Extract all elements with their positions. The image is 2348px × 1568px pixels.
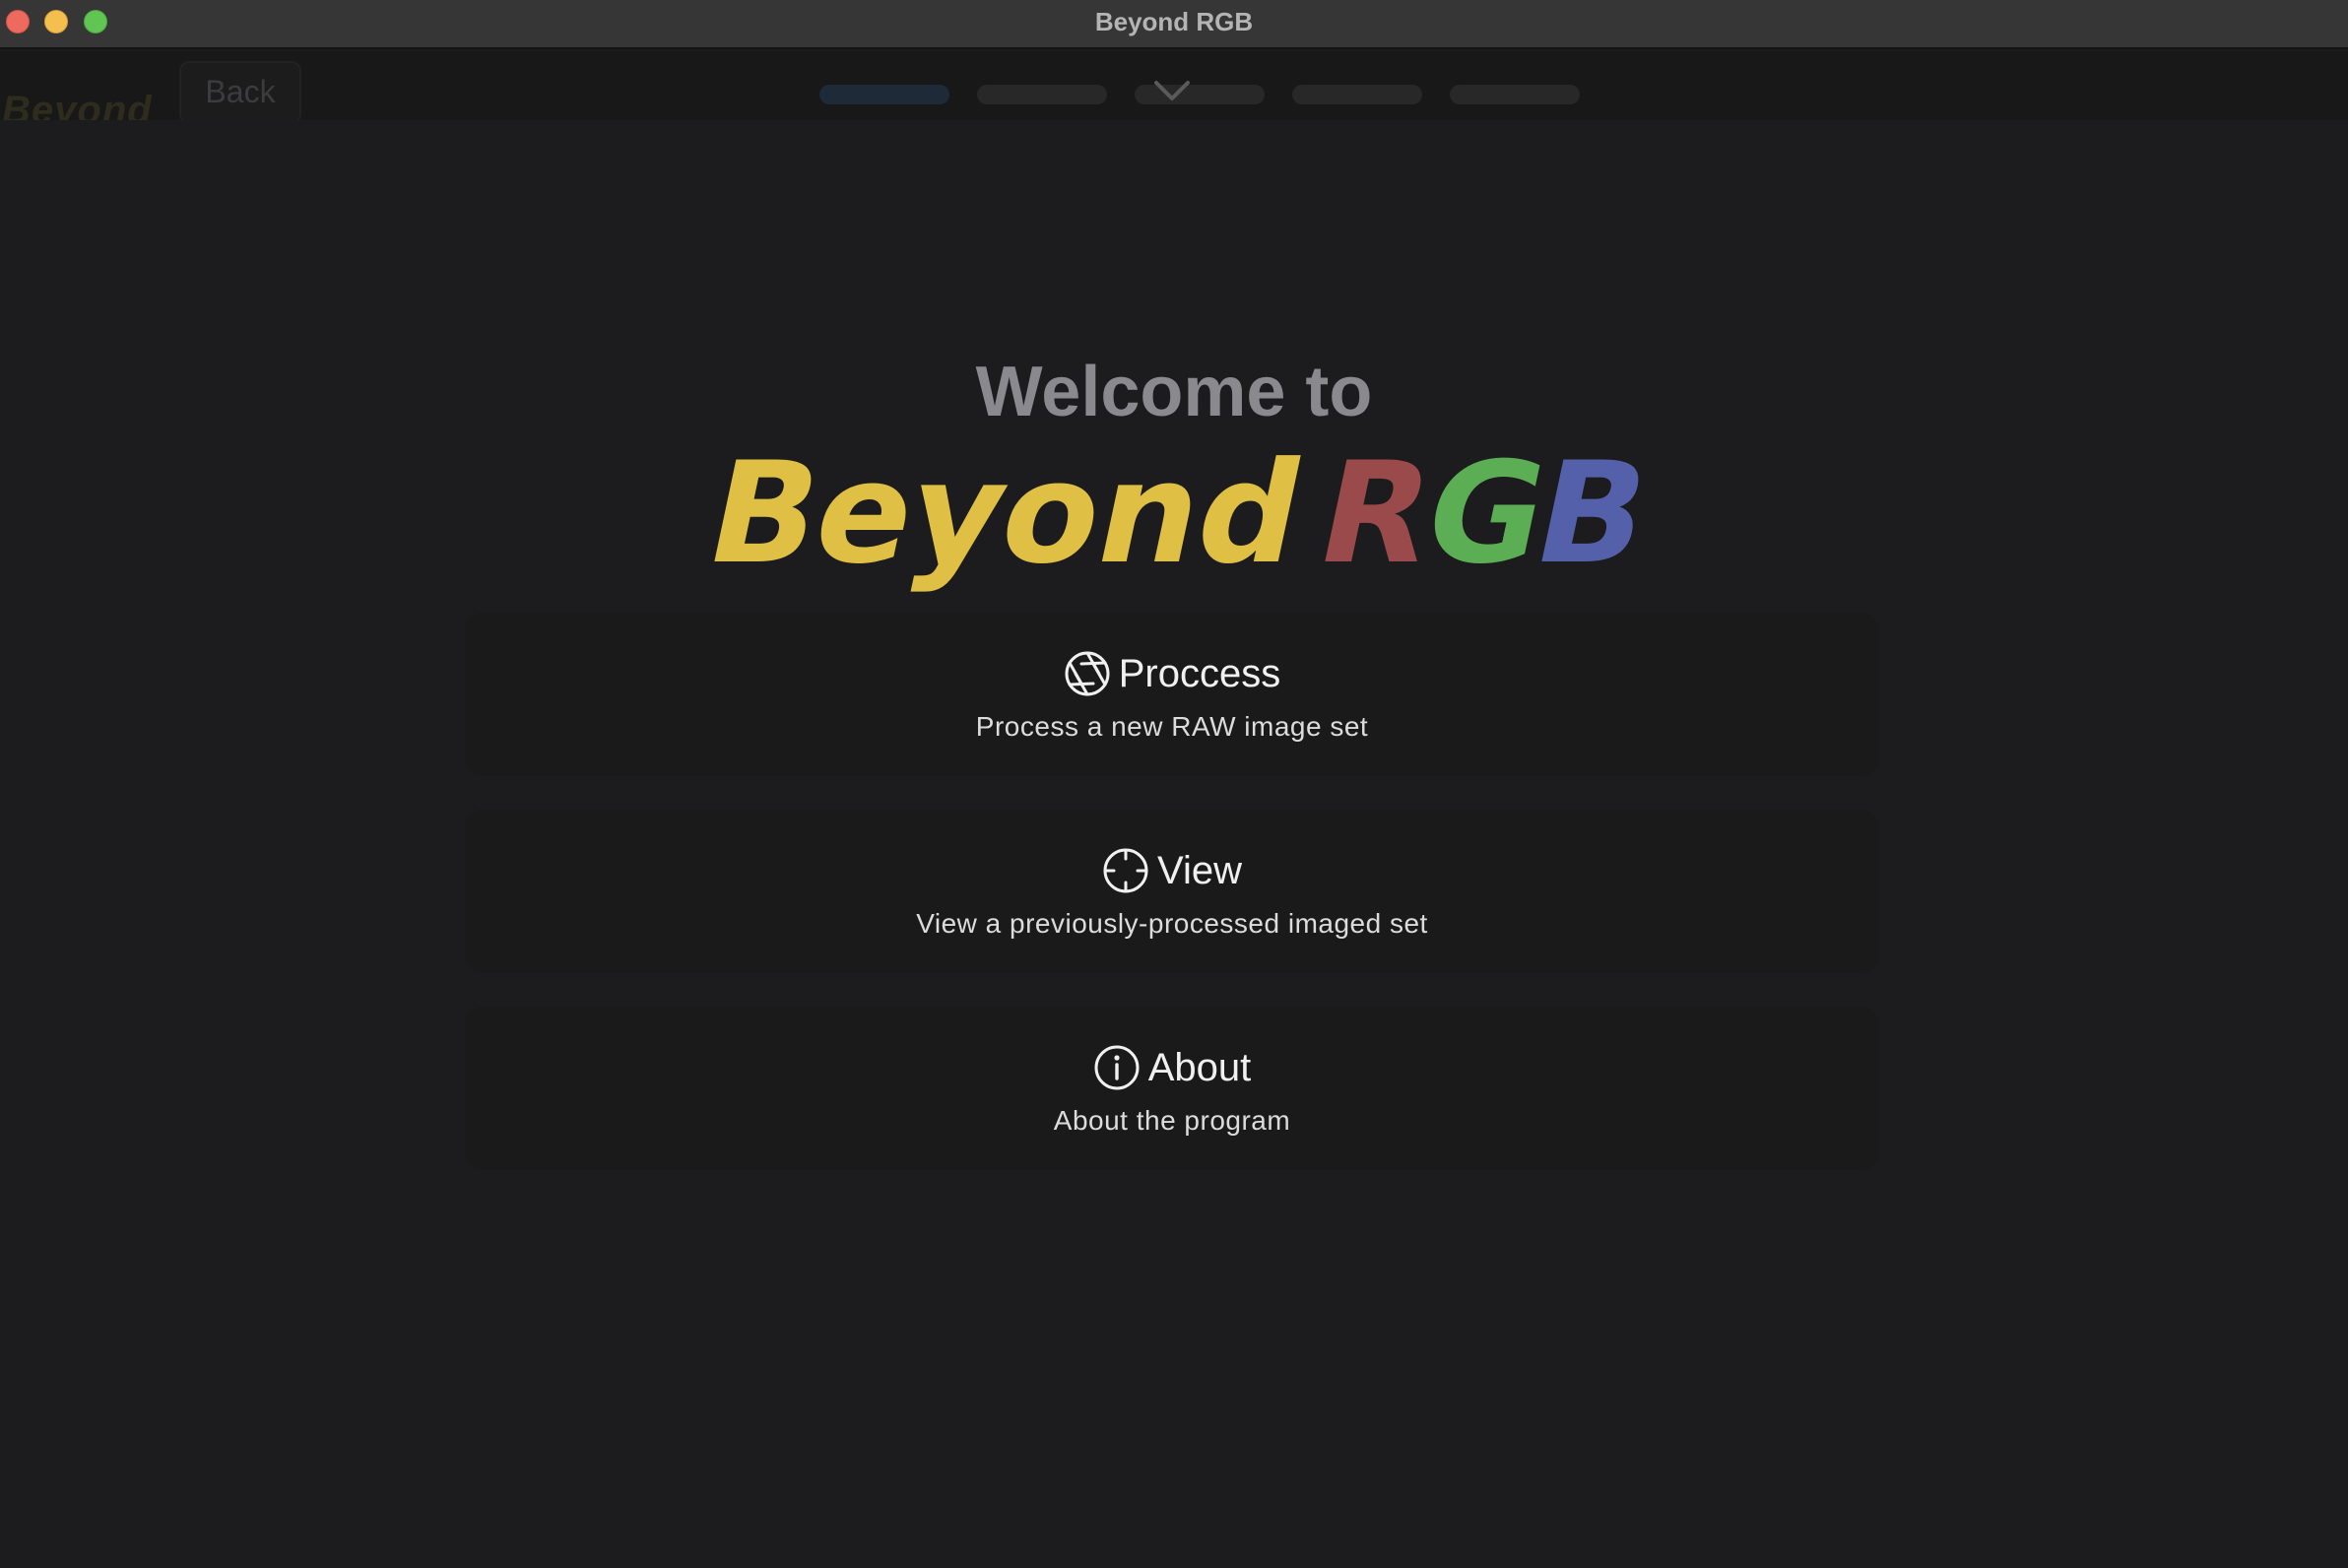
window-title: Beyond RGB	[1094, 7, 1254, 36]
step-indicator-2	[977, 85, 1107, 104]
about-card-title: About	[1147, 1046, 1252, 1089]
back-button[interactable]: Back	[179, 61, 301, 120]
process-card-title: Proccess	[1118, 652, 1281, 695]
chevron-down-icon[interactable]	[1152, 79, 1192, 104]
step-indicator-4	[1292, 85, 1422, 104]
brand-logo: Beyond R G B	[699, 433, 1645, 595]
brand-word: Beyond	[699, 433, 1318, 595]
top-toolbar: Beyond Back	[0, 51, 2348, 120]
crosshair-icon	[1103, 848, 1148, 893]
about-card-header: About	[465, 1044, 1879, 1091]
process-card[interactable]: Proccess Process a new RAW image set	[465, 613, 1879, 776]
step-indicator-1	[819, 85, 949, 104]
info-icon	[1094, 1045, 1140, 1090]
welcome-heading: Welcome to	[975, 353, 1373, 431]
process-card-header: Proccess	[465, 650, 1879, 697]
title-bar: Beyond RGB	[0, 0, 2348, 49]
view-card-header: View	[465, 847, 1879, 894]
view-card-subtitle: View a previously-processed imaged set	[916, 908, 1428, 939]
step-indicator-5	[1450, 85, 1580, 104]
view-card[interactable]: View View a previously-processed imaged …	[465, 810, 1879, 973]
about-card[interactable]: About About the program	[465, 1007, 1879, 1170]
process-card-subtitle: Process a new RAW image set	[975, 711, 1369, 742]
view-card-title: View	[1157, 849, 1242, 892]
toolbar-logo: Beyond	[2, 89, 153, 120]
app-window: Beyond RGB Beyond Back Welcome to Beyond…	[0, 0, 2348, 1568]
about-card-subtitle: About the program	[1053, 1105, 1291, 1136]
aperture-icon	[1065, 651, 1110, 696]
